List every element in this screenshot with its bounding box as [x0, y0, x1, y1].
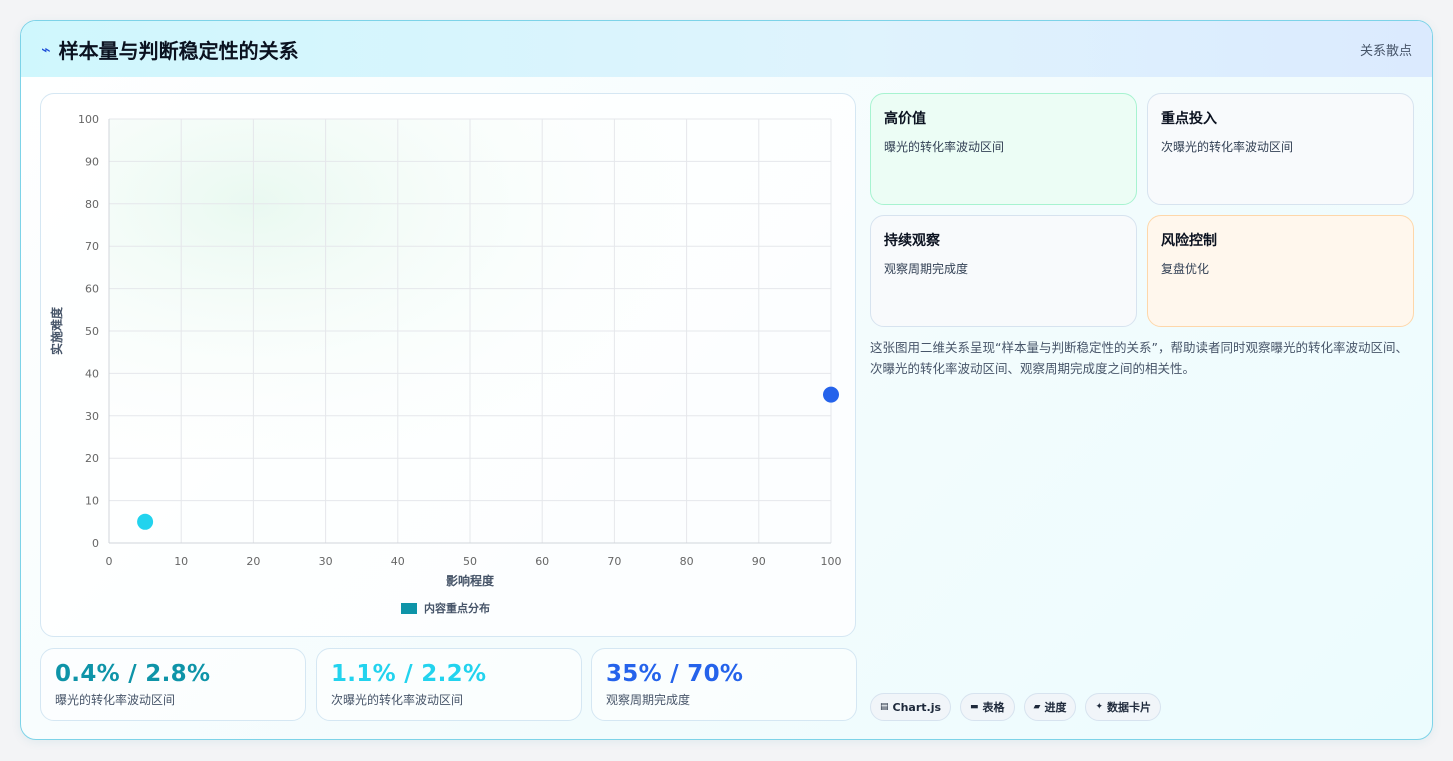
x-tick-label: 30 — [319, 555, 333, 568]
kpi-label: 观察周期完成度 — [606, 693, 691, 707]
quadrant-title: 持续观察 — [884, 233, 940, 249]
quadrant-title: 风险控制 — [1161, 233, 1217, 249]
chip-progress[interactable]: ▰ 进度 — [1023, 693, 1077, 721]
y-tick-label: 50 — [85, 325, 99, 338]
kpi-value: 0.4% / 2.8% — [55, 661, 211, 687]
x-tick-label: 80 — [680, 555, 694, 568]
y-tick-label: 70 — [85, 240, 99, 253]
quadrant-desc: 观察周期完成度 — [884, 262, 969, 276]
quadrant-title: 重点投入 — [1161, 111, 1217, 127]
legend-swatch — [401, 603, 417, 614]
data-point — [823, 386, 839, 403]
x-tick-label: 70 — [607, 555, 621, 568]
card-header: ⌁ 样本量与判断稳定性的关系 关系散点 — [21, 21, 1432, 77]
quadrant-desc: 复盘优化 — [1161, 262, 1210, 276]
kpi-card-cycle: 35% / 70% 观察周期完成度 — [591, 648, 857, 721]
progress-icon: ▰ — [1033, 702, 1041, 712]
card-title: 样本量与判断稳定性的关系 — [58, 38, 299, 63]
y-tick-label: 20 — [85, 452, 99, 465]
x-tick-label: 90 — [752, 555, 766, 568]
tag-chips: ▤ Chart.js ▬ 表格 ▰ 进度 ✦ 数据卡片 — [870, 693, 1162, 721]
legend-label: 内容重点分布 — [424, 601, 490, 615]
kpi-card-exposure: 0.4% / 2.8% 曝光的转化率波动区间 — [40, 648, 306, 721]
kpi-label: 次曝光的转化率波动区间 — [331, 693, 464, 707]
chip-label: 进度 — [1044, 701, 1067, 714]
kpi-value: 35% / 70% — [606, 661, 744, 687]
chart-icon: ▤ — [880, 702, 889, 712]
chart-type-tag: 关系散点 — [1359, 43, 1412, 59]
y-tick-label: 40 — [85, 367, 99, 380]
x-tick-label: 20 — [246, 555, 260, 568]
chart-panel: 0 10 20 30 40 50 60 70 80 90 100 0 10 20 30 40 50 60 70 80 9… — [40, 93, 856, 637]
y-tick-label: 30 — [85, 410, 99, 423]
chip-label: 数据卡片 — [1107, 701, 1152, 714]
quadrant-card-risk: 风险控制 复盘优化 — [1147, 215, 1414, 327]
x-axis-label: 影响程度 — [446, 573, 495, 588]
chart-description: 这张图用二维关系呈现“样本量与判断稳定性的关系”，帮助读者同时观察曝光的转化率波… — [870, 340, 1408, 376]
quadrant-card-focus: 重点投入 次曝光的转化率波动区间 — [1147, 93, 1414, 205]
legend[interactable]: 内容重点分布 — [401, 601, 490, 615]
sparkle-icon: ✦ — [1095, 702, 1104, 712]
chip-label: 表格 — [982, 701, 1005, 714]
y-tick-label: 100 — [78, 113, 99, 126]
chip-chartjs[interactable]: ▤ Chart.js — [870, 693, 952, 721]
y-tick-label: 80 — [85, 198, 99, 211]
quadrant-title: 高价值 — [884, 111, 926, 127]
chip-data-card[interactable]: ✦ 数据卡片 — [1085, 693, 1162, 721]
scatter-chart: 0 10 20 30 40 50 60 70 80 90 100 0 10 20 30 40 50 60 70 80 9… — [49, 113, 842, 615]
x-tick-label: 100 — [821, 555, 842, 568]
y-tick-label: 90 — [85, 155, 99, 168]
x-tick-label: 10 — [174, 555, 188, 568]
y-tick-label: 60 — [85, 283, 99, 296]
x-tick-label: 40 — [391, 555, 405, 568]
quadrant-card-high-value: 高价值 曝光的转化率波动区间 — [870, 93, 1137, 205]
kpi-card-secondary-exposure: 1.1% / 2.2% 次曝光的转化率波动区间 — [316, 648, 582, 721]
quadrant-card-observe: 持续观察 观察周期完成度 — [870, 215, 1137, 327]
x-tick-label: 60 — [535, 555, 549, 568]
data-point — [137, 513, 154, 530]
y-tick-label: 0 — [92, 537, 99, 550]
x-tick-label: 50 — [463, 555, 477, 568]
chart-card: ⌁ 样本量与判断稳定性的关系 关系散点 0 10 20 30 40 50 60 70 80 90 1… — [20, 20, 1433, 740]
y-tick-label: 10 — [85, 495, 99, 508]
kpi-value: 1.1% / 2.2% — [331, 661, 487, 687]
y-axis-label: 实施难度 — [49, 306, 64, 355]
x-tick-label: 0 — [106, 555, 113, 568]
wave-icon: ⌁ — [41, 39, 51, 59]
table-icon: ▬ — [970, 702, 979, 712]
chip-label: Chart.js — [892, 700, 942, 714]
kpi-label: 曝光的转化率波动区间 — [55, 693, 176, 707]
chip-table[interactable]: ▬ 表格 — [960, 693, 1015, 721]
quadrant-desc: 次曝光的转化率波动区间 — [1161, 140, 1294, 154]
quadrant-desc: 曝光的转化率波动区间 — [884, 140, 1005, 154]
